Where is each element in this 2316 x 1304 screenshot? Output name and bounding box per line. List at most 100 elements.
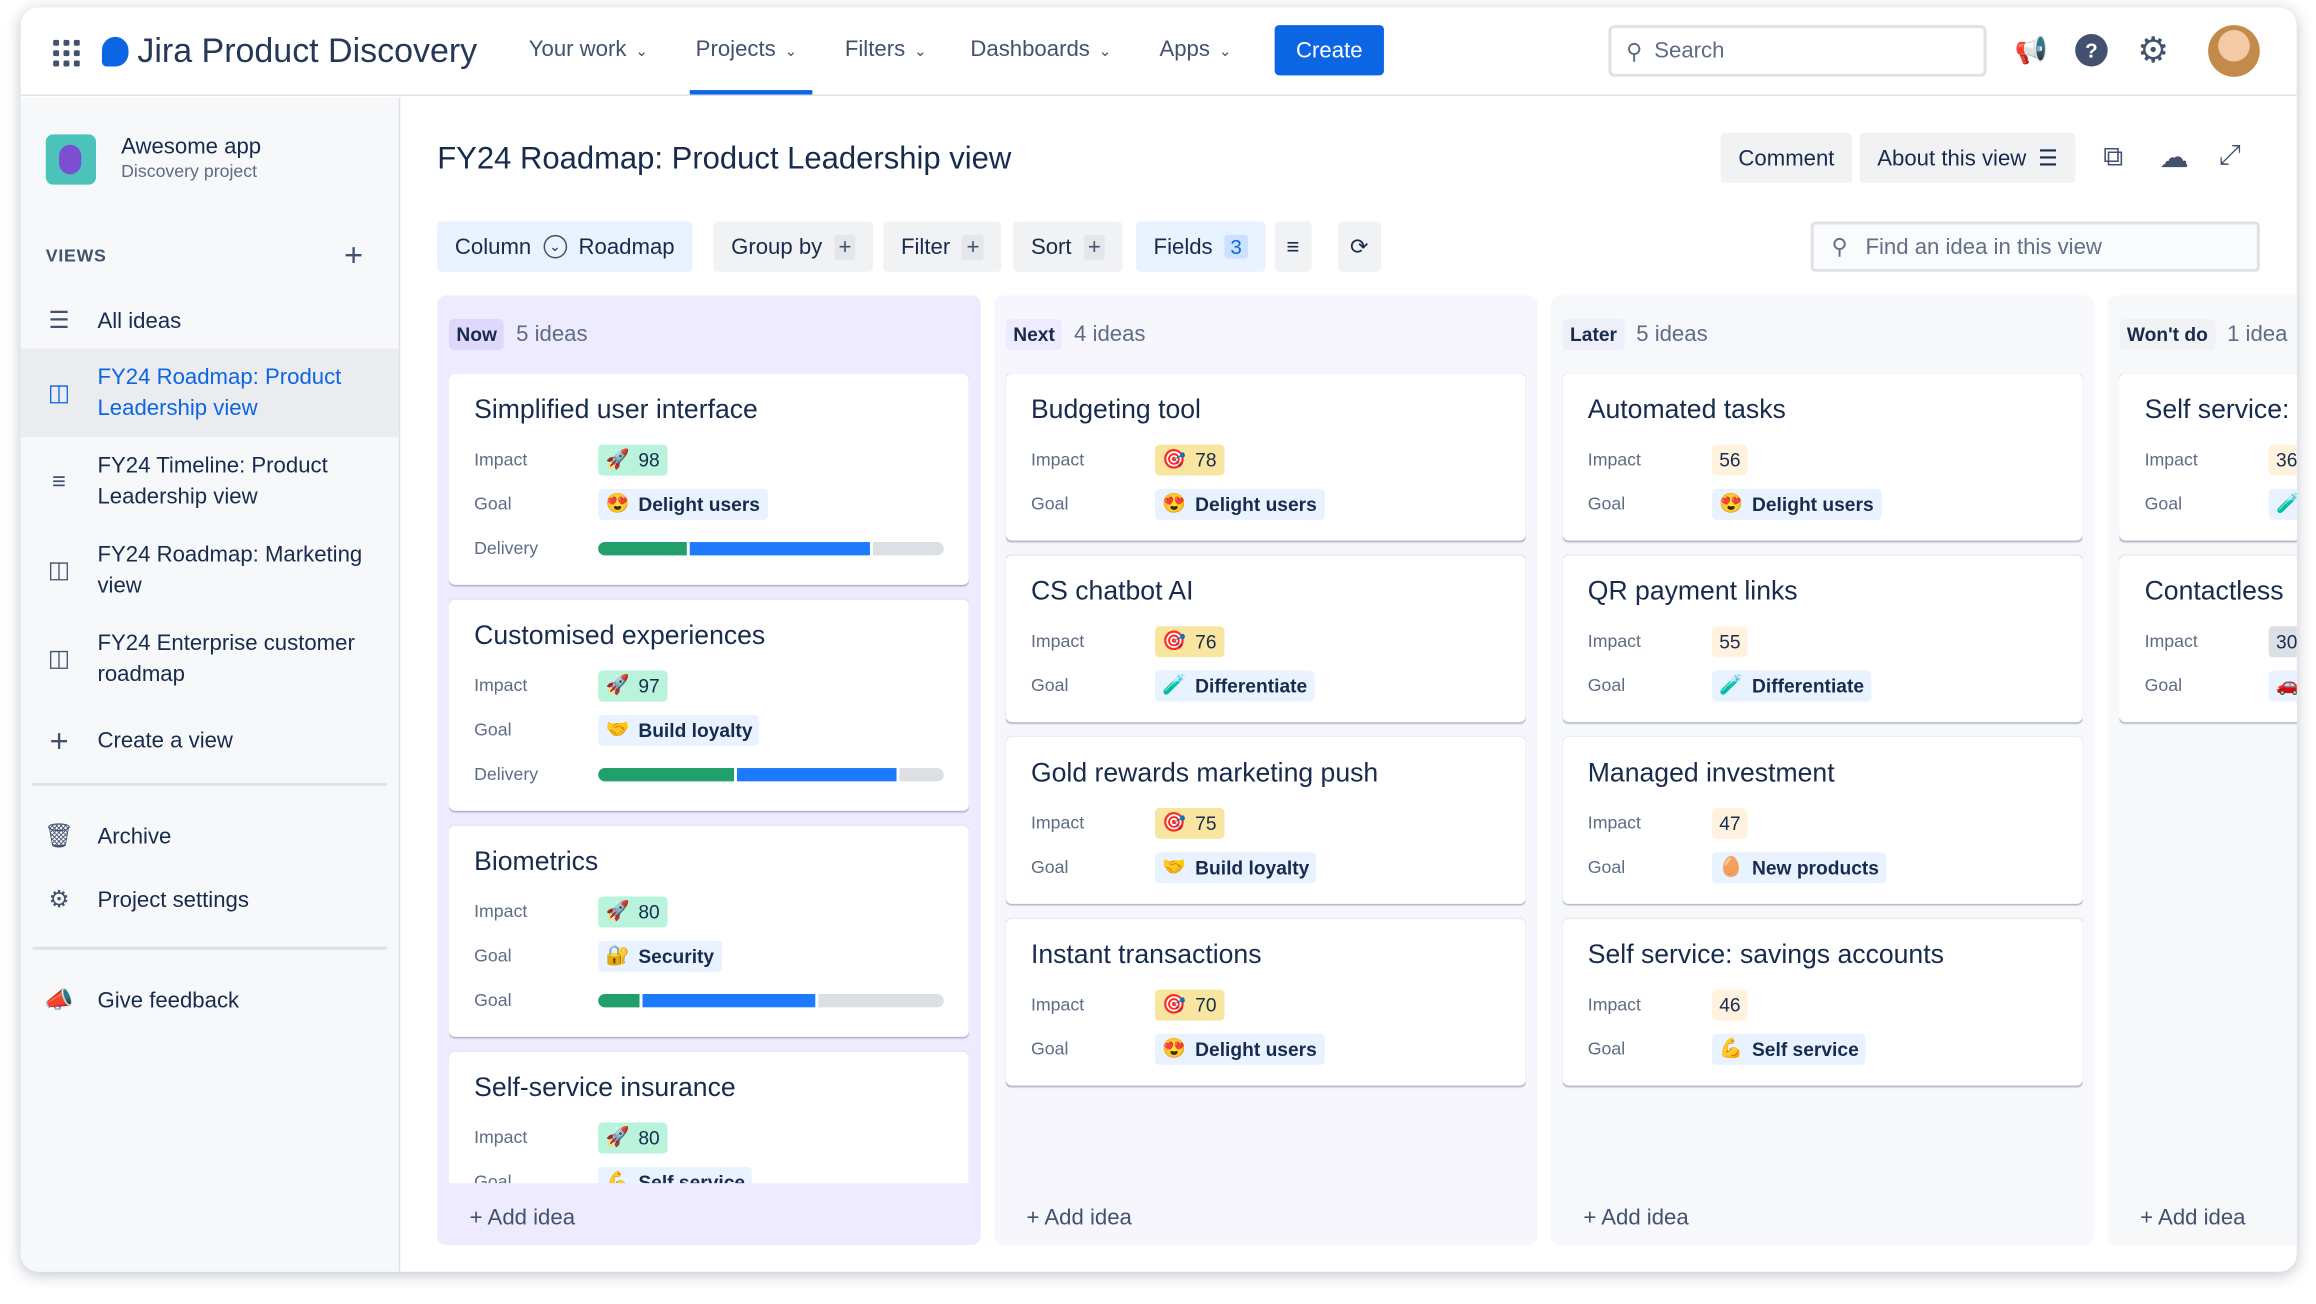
idea-card[interactable]: Simplified user interface Impact 🚀 98 Goal 😍 D… xyxy=(449,373,969,585)
add-idea-button[interactable]: + Add idea xyxy=(2140,1205,2245,1230)
field-label: Goal xyxy=(1030,493,1069,514)
search-input[interactable]: ⚲ Search xyxy=(1608,25,1987,77)
sidebar-item-label: Create a view xyxy=(97,727,233,753)
nav-item-label: Your work xyxy=(528,36,627,63)
impact-row: Impact 36 xyxy=(2145,437,2297,481)
filter-label: Filter xyxy=(900,234,951,260)
sidebar-give-feedback[interactable]: 📣 Give feedback xyxy=(21,978,399,1022)
field-label: Impact xyxy=(2144,449,2198,470)
test-tube-icon: 🧪 xyxy=(2276,492,2297,516)
rocket-icon: 🚀 xyxy=(605,447,630,470)
filter-button[interactable]: Filter + xyxy=(883,221,1002,272)
nav-item-your-work[interactable]: Your work ⌄ xyxy=(529,37,648,62)
idea-card[interactable]: Gold rewards marketing push Impact 🎯 75 Goal… xyxy=(1005,737,1526,904)
delivery-todo-segment xyxy=(872,541,944,555)
project-name[interactable]: Awesome app xyxy=(121,134,261,159)
goal-value: Differentiate xyxy=(1751,674,1865,697)
comment-button[interactable]: Comment xyxy=(1720,132,1853,184)
field-label: Goal xyxy=(474,989,512,1011)
impact-row: Impact 47 xyxy=(1588,801,2058,845)
sidebar-view-item[interactable]: ◫ FY24 Enterprise customer roadmap xyxy=(21,614,399,703)
goal-row: Goal 🚗 xyxy=(2145,663,2297,707)
idea-card[interactable]: Instant transactions Impact 🎯 70 Goal 😍 Deligh… xyxy=(1005,918,1526,1086)
idea-card[interactable]: Managed investment Impact 47 Goal 🥚 New produ… xyxy=(1562,737,2083,904)
idea-card[interactable]: Self service: savings accounts Impact 46 Go… xyxy=(1562,918,2083,1086)
app-switcher-icon[interactable] xyxy=(53,39,80,67)
auto-sync-button[interactable]: ⟳ xyxy=(1338,221,1381,272)
notifications-icon[interactable]: 📢 xyxy=(2015,35,2048,66)
add-idea-button[interactable]: + Add idea xyxy=(470,1205,575,1230)
add-idea-button[interactable]: + Add idea xyxy=(1027,1205,1132,1230)
impact-row: Impact 🚀 80 xyxy=(474,1115,944,1159)
settings-gear-icon[interactable]: ⚙ xyxy=(2137,30,2169,73)
cloud-download-icon[interactable]: ☁ xyxy=(2159,139,2189,176)
field-label: Delivery xyxy=(474,537,539,559)
column-field-button[interactable]: Column ⌄ Roadmap xyxy=(437,221,693,272)
card-list: Simplified user interface Impact 🚀 98 Goal 😍 D… xyxy=(449,373,969,1184)
views-heading: VIEWS xyxy=(45,245,107,266)
field-label: Impact xyxy=(1030,449,1085,470)
avatar[interactable] xyxy=(2208,25,2260,77)
idea-count: 5 ideas xyxy=(516,321,588,348)
share-icon[interactable]: ⧉ xyxy=(2103,142,2123,174)
chevron-down-icon: ⌄ xyxy=(635,44,648,61)
help-icon[interactable]: ? xyxy=(2075,33,2108,67)
idea-count: 4 ideas xyxy=(1074,321,1146,348)
lock-icon: 🔐 xyxy=(605,943,630,966)
nav-item-filters[interactable]: Filters ⌄ xyxy=(845,37,927,62)
idea-card[interactable]: CS chatbot AI Impact 🎯 76 Goal 🧪 Differentiate xyxy=(1005,555,1526,723)
idea-card[interactable]: QR payment links Impact 55 Goal 🧪 Differentia… xyxy=(1562,555,2083,723)
field-label: Goal xyxy=(1587,493,1626,514)
search-icon: ⚲ xyxy=(1626,39,1643,65)
sidebar-view-item[interactable]: ≡ FY24 Timeline: Product Leadership view xyxy=(21,437,399,526)
goal-row: Goal 🤝 Build loyalty xyxy=(474,707,944,751)
egg-icon: 🥚 xyxy=(1719,855,1744,878)
impact-row: Impact 🎯 70 xyxy=(1031,982,1501,1026)
idea-card[interactable]: Biometrics Impact 🚀 80 Goal 🔐 Security Goal xyxy=(449,825,969,1037)
impact-row: Impact 🚀 80 xyxy=(474,889,944,933)
nav-item-projects[interactable]: Projects ⌄ xyxy=(696,37,797,62)
gear-icon: ⚙ xyxy=(48,886,70,913)
target-icon: 🎯 xyxy=(1162,992,1187,1015)
find-idea-input[interactable]: ⚲ Find an idea in this view xyxy=(1810,221,2260,272)
product-logo[interactable]: Jira Product Discovery xyxy=(101,31,477,71)
add-idea-button[interactable]: + Add idea xyxy=(1583,1205,1688,1230)
idea-card[interactable]: Contactless Impact 30 Goal 🚗 xyxy=(2119,555,2297,723)
group-by-button[interactable]: Group by + xyxy=(713,221,874,272)
view-options-button[interactable]: ≡ xyxy=(1274,221,1312,272)
add-view-icon[interactable]: + xyxy=(344,236,363,274)
fields-button[interactable]: Fields 3 xyxy=(1135,221,1266,272)
idea-card[interactable]: Budgeting tool Impact 🎯 78 Goal 😍 Delight user… xyxy=(1005,373,1526,541)
field-label: Goal xyxy=(1030,1038,1069,1060)
idea-card[interactable]: Automated tasks Impact 56 Goal 😍 Delight user… xyxy=(1562,373,2083,541)
column-tag[interactable]: Won't do xyxy=(2119,319,2216,351)
about-view-button[interactable]: About this view ☰ xyxy=(1859,132,2076,184)
field-label: Goal xyxy=(1030,856,1069,878)
field-label: Goal xyxy=(1587,674,1626,696)
sort-button[interactable]: Sort + xyxy=(1013,221,1123,272)
impact-row: Impact 55 xyxy=(1588,619,2058,663)
column-tag[interactable]: Next xyxy=(1005,319,1063,351)
sidebar-view-item[interactable]: + Create a view xyxy=(21,718,399,762)
create-button[interactable]: Create xyxy=(1274,25,1384,76)
nav-item-dashboards[interactable]: Dashboards ⌄ xyxy=(970,37,1111,62)
goal-badge: 😍 Delight users xyxy=(1711,488,1882,520)
sidebar-view-item[interactable]: ☰ All ideas xyxy=(21,298,399,342)
project-avatar-icon xyxy=(45,134,97,185)
idea-card[interactable]: Self service: Impact 36 Goal 🧪 xyxy=(2119,373,2297,541)
idea-card[interactable]: Self-service insurance Impact 🚀 80 Goal 💪 Self… xyxy=(449,1051,969,1184)
field-label: Impact xyxy=(1587,630,1641,652)
board-column-later: Later 5 ideas Automated tasks Impact 56 Goal 😍… xyxy=(1550,295,2095,1246)
app-window: Jira Product Discovery Your work ⌄ Project… xyxy=(20,7,2297,1272)
column-tag[interactable]: Now xyxy=(449,319,505,351)
sidebar-project-settings[interactable]: ⚙ Project settings xyxy=(21,877,399,921)
sidebar-view-item[interactable]: ◫ FY24 Roadmap: Product Leadership view xyxy=(20,348,399,438)
fullscreen-icon[interactable]: ⤢ xyxy=(2218,140,2240,172)
impact-value: 47 xyxy=(1719,811,1741,834)
sidebar-view-item[interactable]: ◫ FY24 Roadmap: Marketing view xyxy=(21,526,399,615)
idea-card[interactable]: Customised experiences Impact 🚀 97 Goal 🤝 Buil… xyxy=(449,599,969,811)
nav-item-apps[interactable]: Apps ⌄ xyxy=(1159,37,1231,62)
column-tag[interactable]: Later xyxy=(1562,319,1625,351)
heart-eyes-icon: 😍 xyxy=(1162,1036,1187,1060)
sidebar-archive[interactable]: 🗑 Archive xyxy=(21,814,399,858)
